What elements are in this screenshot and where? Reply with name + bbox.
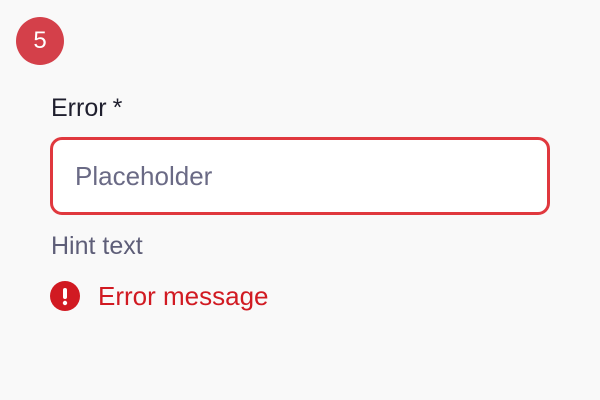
hint-text: Hint text — [51, 232, 143, 260]
field-label-text: Error — [51, 94, 107, 122]
required-marker: * — [112, 94, 123, 122]
step-number-badge: 5 — [16, 17, 64, 65]
text-input[interactable] — [50, 137, 550, 215]
field-label: Error * — [51, 92, 122, 124]
error-row: Error message — [50, 278, 269, 314]
error-message: Error message — [98, 281, 269, 311]
exclamation-circle-icon — [50, 281, 80, 311]
